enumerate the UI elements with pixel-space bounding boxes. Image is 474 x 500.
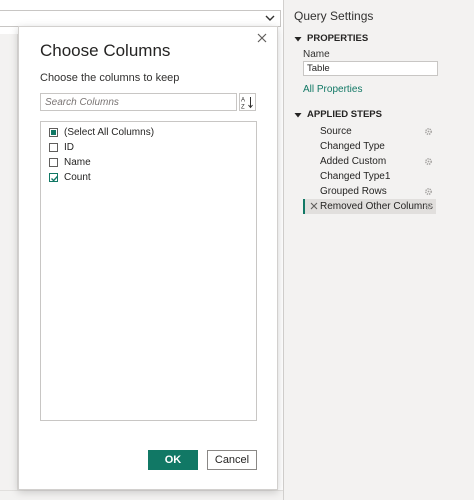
triangle-down-icon[interactable] <box>294 111 302 119</box>
query-name-input[interactable] <box>303 61 438 76</box>
step-removed-other-columns[interactable]: Removed Other Columns <box>303 199 436 214</box>
applied-steps-list: Source Changed Type Added Custom Changed… <box>303 124 436 214</box>
step-changed-type1[interactable]: Changed Type1 <box>303 169 436 184</box>
step-label: Grouped Rows <box>320 186 387 197</box>
column-item-name[interactable]: Name <box>41 155 256 170</box>
checkbox-partial-icon[interactable] <box>49 128 58 137</box>
column-item-select-all[interactable]: (Select All Columns) <box>41 125 256 140</box>
delete-x-icon[interactable] <box>310 202 318 210</box>
step-label: Changed Type <box>320 141 385 152</box>
search-columns-input[interactable] <box>40 93 237 111</box>
triangle-down-icon[interactable] <box>294 35 302 43</box>
sort-button[interactable]: A Z <box>239 93 256 111</box>
column-label: Count <box>64 172 91 183</box>
gear-icon[interactable] <box>424 187 433 196</box>
ok-button[interactable]: OK <box>148 450 198 470</box>
gear-icon[interactable] <box>424 157 433 166</box>
properties-header-label: PROPERTIES <box>307 33 369 44</box>
checkbox-icon[interactable] <box>49 143 58 152</box>
step-label: Changed Type1 <box>320 171 391 182</box>
formula-bar[interactable] <box>0 10 281 27</box>
step-label: Removed Other Columns <box>320 201 433 212</box>
cancel-button[interactable]: Cancel <box>207 450 257 470</box>
properties-section-header[interactable]: PROPERTIES <box>294 33 368 44</box>
step-changed-type[interactable]: Changed Type <box>303 139 436 154</box>
svg-text:Z: Z <box>241 104 245 110</box>
choose-columns-dialog: Choose Columns Choose the columns to kee… <box>18 26 278 490</box>
step-label: Source <box>320 126 352 137</box>
step-label: Added Custom <box>320 156 387 167</box>
query-settings-title: Query Settings <box>294 9 374 23</box>
all-properties-link[interactable]: All Properties <box>303 84 362 95</box>
step-added-custom[interactable]: Added Custom <box>303 154 436 169</box>
status-bar <box>0 490 284 500</box>
gear-icon[interactable] <box>424 202 433 211</box>
column-label: Name <box>64 157 91 168</box>
column-label: ID <box>64 142 74 153</box>
applied-steps-header-label: APPLIED STEPS <box>307 109 382 120</box>
dialog-subtitle: Choose the columns to keep <box>40 72 180 84</box>
checkbox-icon[interactable] <box>49 158 58 167</box>
row-header-column <box>0 34 18 500</box>
close-icon[interactable] <box>254 30 270 46</box>
svg-text:A: A <box>241 97 245 103</box>
column-item-id[interactable]: ID <box>41 140 256 155</box>
name-label: Name <box>303 49 330 60</box>
checkbox-checked-icon[interactable] <box>49 173 59 182</box>
dialog-title: Choose Columns <box>40 41 171 60</box>
query-settings-pane: Query Settings PROPERTIES Name All Prope… <box>284 0 474 500</box>
applied-steps-section-header[interactable]: APPLIED STEPS <box>294 109 382 120</box>
chevron-down-icon[interactable] <box>264 12 276 24</box>
step-grouped-rows[interactable]: Grouped Rows <box>303 184 436 199</box>
gear-icon[interactable] <box>424 127 433 136</box>
column-item-count[interactable]: Count <box>41 170 256 185</box>
column-label: (Select All Columns) <box>64 127 155 138</box>
column-list[interactable]: (Select All Columns) ID Name Count <box>40 121 257 421</box>
sort-az-icon: A Z <box>241 96 253 110</box>
step-source[interactable]: Source <box>303 124 436 139</box>
